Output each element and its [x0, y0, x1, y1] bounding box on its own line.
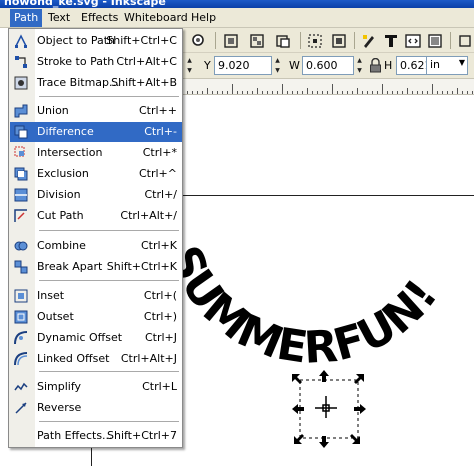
- menu-item-label: Path Effects...: [37, 429, 113, 442]
- menu-item-label: Dynamic Offset: [37, 331, 123, 344]
- menu-item-label: Cut Path: [37, 209, 84, 222]
- resize-handle-bottom-left[interactable]: [294, 434, 304, 444]
- menu-item-shortcut: Shift+Alt+B: [111, 76, 177, 89]
- menu-item-stroke-to-path[interactable]: Stroke to Path Ctrl+Alt+C: [10, 52, 182, 72]
- menu-item-label: Combine: [37, 239, 86, 252]
- inset-icon: [13, 288, 29, 304]
- menu-separator: [39, 96, 179, 97]
- trace-bitmap-icon: [13, 75, 29, 91]
- menu-item-intersection[interactable]: Intersection Ctrl+*: [10, 143, 182, 163]
- menu-separator: [39, 371, 179, 372]
- menu-item-cut-path[interactable]: Cut Path Ctrl+Alt+/: [10, 206, 182, 226]
- menu-item-difference[interactable]: Difference Ctrl+-: [10, 122, 182, 142]
- menu-item-shortcut: Ctrl+Alt+C: [116, 55, 177, 68]
- menu-item-label: Reverse: [37, 401, 82, 414]
- menu-item-label: Object to Path: [37, 34, 116, 47]
- menu-item-shortcut: Shift+Ctrl+K: [106, 260, 177, 273]
- intersection-icon: [13, 145, 29, 161]
- menu-item-linked-offset[interactable]: Linked Offset Ctrl+Alt+J: [10, 349, 182, 369]
- menu-item-label: Outset: [37, 310, 74, 323]
- menu-item-shortcut: Ctrl+J: [144, 331, 177, 344]
- menu-item-exclusion[interactable]: Exclusion Ctrl+^: [10, 164, 182, 184]
- reverse-icon: [13, 400, 29, 416]
- menu-item-dynamic-offset[interactable]: Dynamic Offset Ctrl+J: [10, 328, 182, 348]
- menu-item-label: Inset: [37, 289, 65, 302]
- union-icon: [13, 103, 29, 119]
- combine-icon: [13, 238, 29, 254]
- menu-separator: [39, 421, 179, 422]
- menu-item-shortcut: Ctrl+^: [138, 167, 177, 180]
- menu-item-label: Simplify: [37, 380, 82, 393]
- cut-path-icon: [13, 208, 29, 224]
- menu-item-simplify[interactable]: Simplify Ctrl+L: [10, 377, 182, 397]
- break-apart-icon: [13, 259, 29, 275]
- curved-text-path: SUMMERFUN!: [158, 239, 448, 374]
- object-to-path-icon: [13, 33, 29, 49]
- resize-handle-top-left[interactable]: [292, 374, 302, 384]
- menu-item-label: Break Apart: [37, 260, 103, 273]
- menu-item-shortcut: Ctrl+-: [144, 125, 177, 138]
- menu-item-path-effects[interactable]: Path Effects... Shift+Ctrl+7: [10, 426, 182, 446]
- menu-item-label: Trace Bitmap...: [37, 76, 120, 89]
- menu-item-label: Stroke to Path: [37, 55, 115, 68]
- inkscape-window: nowond_ke.svg - Inkscape Path Text Effec…: [0, 0, 474, 466]
- menu-item-combine[interactable]: Combine Ctrl+K: [10, 236, 182, 256]
- division-icon: [13, 187, 29, 203]
- menu-item-label: Exclusion: [37, 167, 89, 180]
- menu-separator: [39, 280, 179, 281]
- path-menu: Object to Path Shift+Ctrl+C Stroke to Path…: [8, 28, 183, 448]
- menu-item-inset[interactable]: Inset Ctrl+(: [10, 286, 182, 306]
- menu-item-label: Union: [37, 104, 69, 117]
- menu-item-label: Difference: [37, 125, 94, 138]
- resize-handle-left[interactable]: [292, 404, 304, 414]
- exclusion-icon: [13, 166, 29, 182]
- menu-item-shortcut: Shift+Ctrl+C: [106, 34, 177, 47]
- menu-item-shortcut: Shift+Ctrl+7: [106, 429, 177, 442]
- menu-item-shortcut: Ctrl+/: [144, 188, 178, 201]
- difference-icon: [13, 124, 29, 140]
- outset-icon: [13, 309, 29, 325]
- menu-item-shortcut: Ctrl+): [143, 310, 177, 323]
- menu-item-shortcut: Ctrl+Alt+/: [120, 209, 177, 222]
- menu-item-label: Linked Offset: [37, 352, 110, 365]
- resize-handle-bottom-right[interactable]: [350, 434, 360, 444]
- simplify-icon: [13, 379, 29, 395]
- linked-offset-icon: [13, 351, 29, 367]
- rotation-center[interactable]: [315, 396, 337, 418]
- selection-handles[interactable]: [292, 370, 366, 448]
- menu-item-shortcut: Ctrl+L: [142, 380, 177, 393]
- menu-item-label: Division: [37, 188, 81, 201]
- menu-item-outset[interactable]: Outset Ctrl+): [10, 307, 182, 327]
- menu-item-union[interactable]: Union Ctrl++: [10, 101, 182, 121]
- menu-item-shortcut: Ctrl++: [138, 104, 177, 117]
- menu-item-object-to-path[interactable]: Object to Path Shift+Ctrl+C: [10, 31, 182, 51]
- menu-item-shortcut: Ctrl+*: [142, 146, 177, 159]
- resize-handle-right[interactable]: [354, 404, 366, 414]
- stroke-to-path-icon: [13, 54, 29, 70]
- menu-item-shortcut: Ctrl+Alt+J: [120, 352, 177, 365]
- menu-item-shortcut: Ctrl+(: [143, 289, 177, 302]
- menu-item-break-apart[interactable]: Break Apart Shift+Ctrl+K: [10, 257, 182, 277]
- resize-handle-top-right[interactable]: [354, 374, 364, 384]
- menu-item-division[interactable]: Division Ctrl+/: [10, 185, 182, 205]
- menu-item-label: Intersection: [37, 146, 103, 159]
- menu-item-trace-bitmap[interactable]: Trace Bitmap... Shift+Alt+B: [10, 73, 182, 93]
- menu-item-reverse[interactable]: Reverse: [10, 398, 182, 418]
- menu-separator: [39, 230, 179, 231]
- dynamic-offset-icon: [13, 330, 29, 346]
- menu-item-shortcut: Ctrl+K: [140, 239, 177, 252]
- curved-text[interactable]: SUMMERFUN!: [158, 239, 448, 374]
